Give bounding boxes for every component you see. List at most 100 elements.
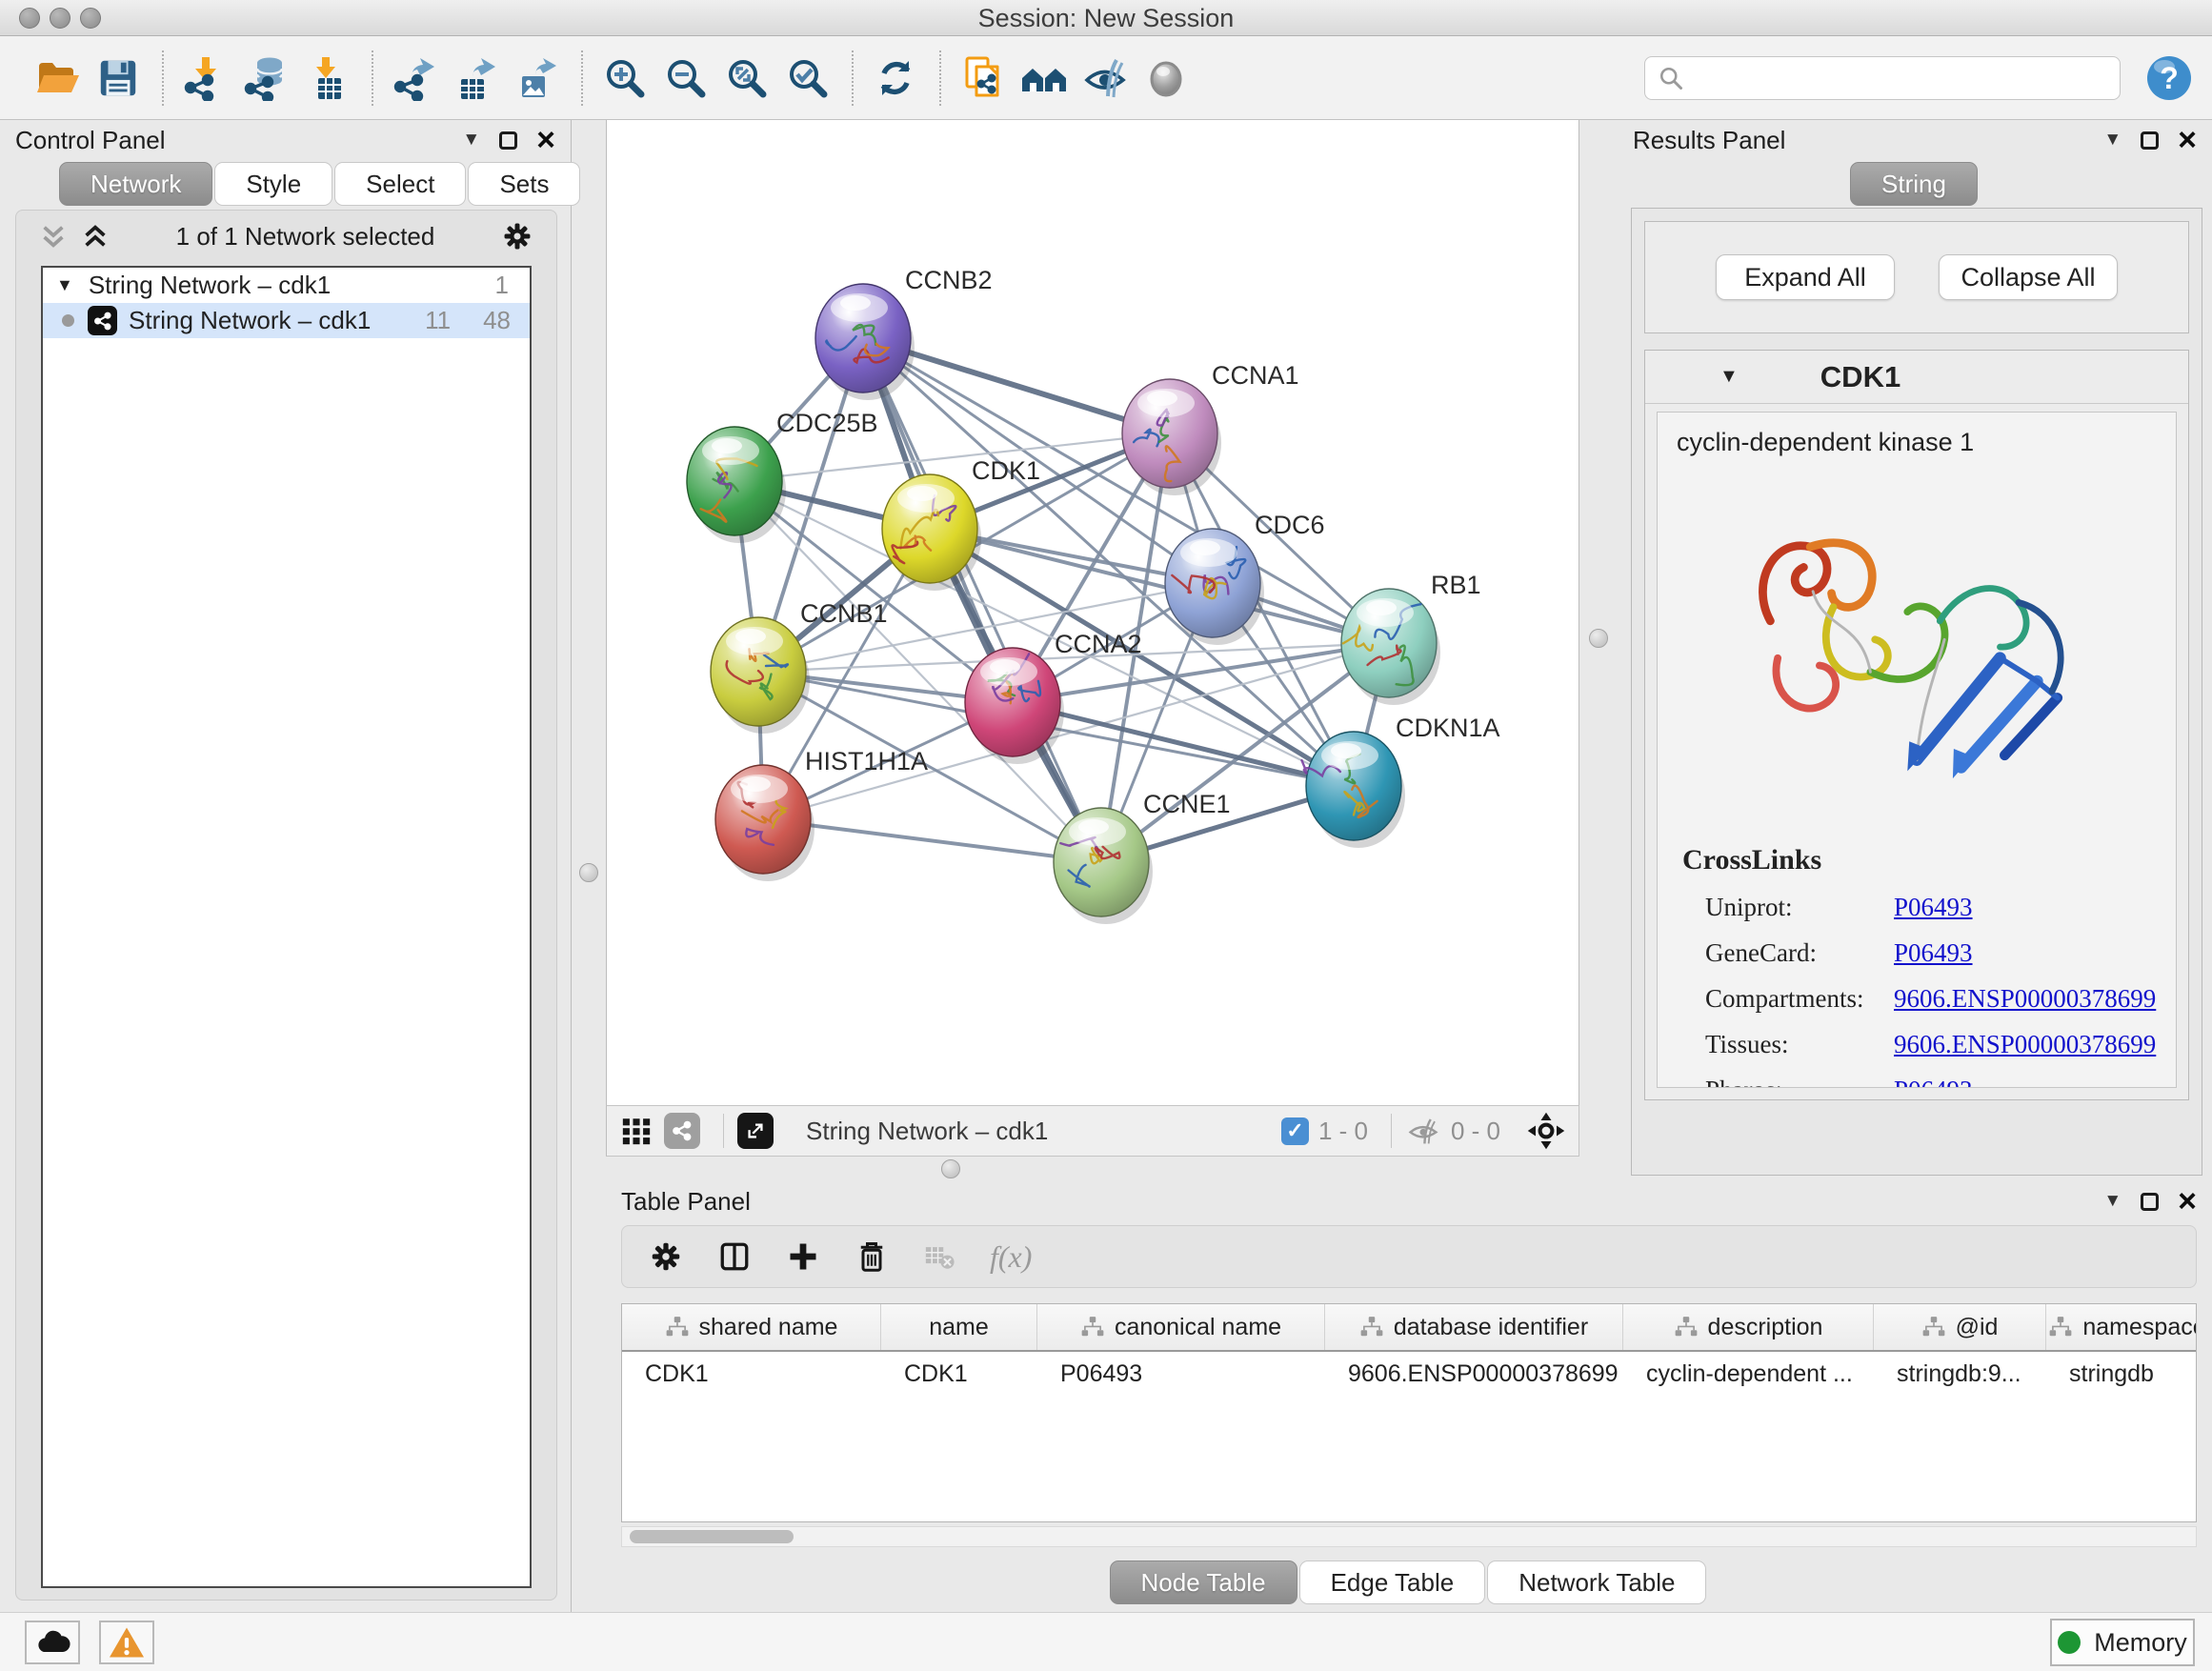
warnings-button[interactable] bbox=[99, 1621, 154, 1664]
table-cell[interactable]: cyclin-dependent ... bbox=[1623, 1352, 1874, 1396]
zoom-in-icon[interactable] bbox=[600, 53, 650, 103]
network-collection-row[interactable]: ▼ String Network – cdk1 1 bbox=[43, 268, 530, 303]
grid-view-icon[interactable] bbox=[618, 1113, 654, 1149]
tab-node-table[interactable]: Node Table bbox=[1110, 1560, 1297, 1604]
tab-network-table[interactable]: Network Table bbox=[1487, 1560, 1706, 1604]
panel-close-icon[interactable]: × bbox=[536, 124, 555, 156]
table-cell[interactable]: stringdb:9... bbox=[1874, 1352, 2046, 1396]
detach-view-icon[interactable] bbox=[737, 1113, 774, 1149]
hide-selected-icon[interactable] bbox=[1080, 53, 1130, 103]
crosslink-row: GeneCard:P06493 bbox=[1705, 938, 2157, 968]
import-table-icon[interactable] bbox=[303, 53, 352, 103]
collection-count: 1 bbox=[495, 271, 516, 300]
open-session-icon[interactable] bbox=[32, 53, 82, 103]
protein-details: cyclin-dependent kinase 1 bbox=[1657, 412, 2177, 1088]
network-row[interactable]: String Network – cdk1 11 48 bbox=[43, 303, 530, 338]
right-splitter[interactable] bbox=[1579, 120, 1618, 1157]
network-label: String Network – cdk1 bbox=[129, 306, 371, 335]
network-canvas[interactable]: CCNB2CCNA1CDC25BCDK1CDC6RB1CCNB1CCNA2CDK… bbox=[607, 120, 1579, 1103]
import-network-icon[interactable] bbox=[181, 53, 231, 103]
crosslink-label: GeneCard: bbox=[1705, 938, 1894, 968]
column-header-description[interactable]: description bbox=[1623, 1304, 1874, 1350]
crosslink-link[interactable]: 9606.ENSP00000378699 bbox=[1894, 1030, 2156, 1059]
tab-sets[interactable]: Sets bbox=[468, 162, 580, 206]
tab-edge-table[interactable]: Edge Table bbox=[1299, 1560, 1486, 1604]
panel-close-icon[interactable]: × bbox=[2178, 1185, 2197, 1218]
add-column-icon[interactable] bbox=[786, 1239, 820, 1274]
network-view[interactable]: CCNB2CCNA1CDC25BCDK1CDC6RB1CCNB1CCNA2CDK… bbox=[606, 120, 1579, 1105]
table-cell[interactable]: CDK1 bbox=[881, 1352, 1037, 1396]
column-header-database-identifier[interactable]: database identifier bbox=[1325, 1304, 1623, 1350]
panel-float-icon[interactable] bbox=[2141, 1193, 2159, 1211]
table-cell[interactable]: 9606.ENSP00000378699 bbox=[1325, 1352, 1623, 1396]
import-network-from-database-icon[interactable] bbox=[242, 53, 292, 103]
table-cell[interactable]: CDK1 bbox=[622, 1352, 881, 1396]
network-type-icon bbox=[88, 306, 117, 335]
column-header--id[interactable]: @id bbox=[1874, 1304, 2046, 1350]
refresh-icon[interactable] bbox=[871, 53, 920, 103]
scrollbar-thumb[interactable] bbox=[630, 1530, 794, 1543]
splitter-handle[interactable] bbox=[1589, 629, 1608, 648]
collection-expander-icon[interactable]: ▼ bbox=[56, 275, 73, 295]
gear-icon[interactable] bbox=[501, 220, 533, 252]
zoom-out-icon[interactable] bbox=[661, 53, 711, 103]
search-box[interactable] bbox=[1644, 56, 2121, 100]
show-columns-icon[interactable] bbox=[717, 1239, 752, 1274]
table-row[interactable]: CDK1CDK1P064939606.ENSP00000378699cyclin… bbox=[622, 1352, 2196, 1396]
tab-network[interactable]: Network bbox=[59, 162, 212, 206]
panel-close-icon[interactable]: × bbox=[2178, 124, 2197, 156]
birds-eye-view-icon[interactable] bbox=[1525, 1110, 1567, 1152]
table-cell[interactable]: stringdb bbox=[2046, 1352, 2197, 1396]
table-settings-gear-icon[interactable] bbox=[649, 1239, 683, 1274]
table-cell[interactable]: P06493 bbox=[1037, 1352, 1325, 1396]
left-splitter[interactable] bbox=[572, 120, 606, 1612]
panel-float-icon[interactable] bbox=[499, 131, 517, 150]
expand-all-button[interactable]: Expand All bbox=[1716, 254, 1895, 300]
help-icon[interactable]: ? bbox=[2145, 54, 2193, 102]
column-header-name[interactable]: name bbox=[881, 1304, 1037, 1350]
export-table-icon[interactable] bbox=[452, 53, 501, 103]
zoom-fit-icon[interactable] bbox=[722, 53, 772, 103]
crosslink-link[interactable]: P06493 bbox=[1894, 1076, 1973, 1088]
memory-status-dot bbox=[2058, 1631, 2081, 1654]
zoom-selected-icon[interactable] bbox=[783, 53, 833, 103]
expand-all-icon[interactable] bbox=[81, 222, 110, 251]
clone-network-icon[interactable] bbox=[958, 53, 1008, 103]
table-horizontal-scrollbar[interactable] bbox=[621, 1526, 2197, 1547]
memory-button[interactable]: Memory bbox=[2050, 1619, 2195, 1666]
delete-column-icon[interactable] bbox=[855, 1239, 889, 1274]
section-expander-icon[interactable]: ▼ bbox=[1719, 366, 1739, 388]
column-header-shared-name[interactable]: shared name bbox=[622, 1304, 881, 1350]
show-all-icon[interactable] bbox=[1141, 53, 1191, 103]
panel-menu-icon[interactable]: ▼ bbox=[2103, 130, 2122, 151]
network-node-label: CDC6 bbox=[1255, 511, 1325, 539]
cloud-button[interactable] bbox=[25, 1621, 80, 1664]
network-edge-CCNB2-CCNE1[interactable] bbox=[863, 338, 1101, 862]
tab-string[interactable]: String bbox=[1850, 162, 1978, 206]
tab-style[interactable]: Style bbox=[214, 162, 332, 206]
selected-checkbox-icon[interactable]: ✓ bbox=[1281, 1117, 1309, 1145]
crosslink-link[interactable]: P06493 bbox=[1894, 893, 1973, 922]
network-node-label: HIST1H1A bbox=[805, 747, 928, 775]
collapse-all-button[interactable]: Collapse All bbox=[1939, 254, 2118, 300]
panel-menu-icon[interactable]: ▼ bbox=[2103, 1191, 2122, 1212]
search-input[interactable] bbox=[1685, 64, 2108, 92]
crosslink-link[interactable]: 9606.ENSP00000378699 bbox=[1894, 984, 2156, 1014]
column-header-namespace[interactable]: namespace bbox=[2046, 1304, 2197, 1350]
panel-float-icon[interactable] bbox=[2141, 131, 2159, 150]
collapse-all-icon[interactable] bbox=[39, 222, 68, 251]
first-neighbors-icon[interactable] bbox=[1019, 53, 1069, 103]
panel-menu-icon[interactable]: ▼ bbox=[462, 130, 480, 151]
table-panel-title: Table Panel bbox=[621, 1187, 751, 1217]
splitter-handle[interactable] bbox=[941, 1159, 960, 1178]
save-session-icon[interactable] bbox=[93, 53, 143, 103]
tab-select[interactable]: Select bbox=[334, 162, 466, 206]
column-header-canonical-name[interactable]: canonical name bbox=[1037, 1304, 1325, 1350]
window-title: Session: New Session bbox=[0, 4, 2212, 33]
crosslink-link[interactable]: P06493 bbox=[1894, 938, 1973, 968]
protein-description: cyclin-dependent kinase 1 bbox=[1677, 428, 2157, 457]
splitter-handle[interactable] bbox=[579, 863, 598, 882]
export-network-icon[interactable] bbox=[391, 53, 440, 103]
export-image-icon[interactable] bbox=[513, 53, 562, 103]
network-view-icon[interactable] bbox=[664, 1113, 700, 1149]
